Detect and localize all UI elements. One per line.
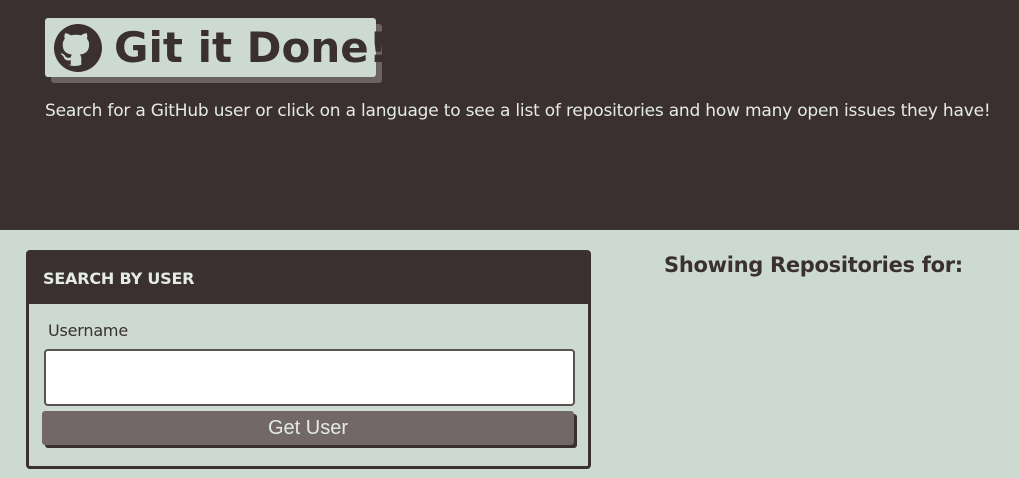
page-subtitle: Search for a GitHub user or click on a l… (45, 101, 991, 121)
username-label: Username (48, 321, 128, 340)
card-heading: SEARCH BY USER (29, 253, 588, 304)
page-header: Git it Done! Search for a GitHub user or… (0, 0, 1019, 230)
get-user-button[interactable]: Get User (42, 411, 574, 445)
site-title: Git it Done! (114, 23, 388, 72)
username-input[interactable] (44, 349, 575, 406)
repo-search-term-heading: Showing Repositories for: (664, 253, 963, 277)
github-icon (54, 23, 102, 72)
search-by-user-card: SEARCH BY USER Username Get User (26, 250, 591, 469)
site-logo: Git it Done! (45, 18, 388, 77)
